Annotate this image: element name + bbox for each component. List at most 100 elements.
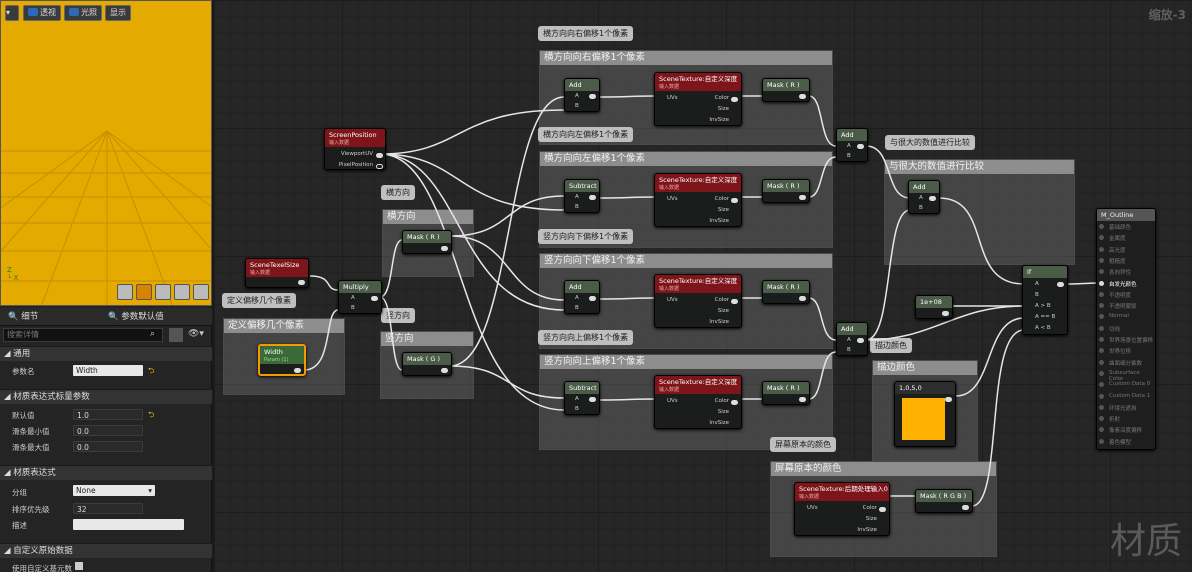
mask-out-pin[interactable] (799, 397, 806, 402)
add-node[interactable]: Add A B (564, 280, 600, 314)
group-dropdown[interactable]: None ▾ (73, 485, 155, 496)
color-out-pin[interactable] (731, 400, 738, 405)
output-pin[interactable] (1099, 257, 1104, 263)
op-out-pin[interactable] (589, 94, 596, 99)
viewportuv-pin[interactable] (376, 153, 383, 158)
multiply-out-pin[interactable] (371, 296, 378, 301)
table-view-button[interactable] (169, 328, 183, 342)
screen-position-node[interactable]: ScreenPosition 输入数据 ViewportUV PixelPosit… (324, 128, 386, 170)
section-expression[interactable]: ◢ 材质表达式 (0, 465, 212, 480)
pixelpos-pin[interactable] (376, 164, 383, 169)
constant-node[interactable]: 1e+08 (915, 295, 953, 319)
op-out-pin[interactable] (589, 397, 596, 402)
section-general[interactable]: ◢ 通用 (0, 346, 212, 361)
sort-priority-field[interactable]: 32 (73, 503, 143, 514)
add-node-vertical[interactable]: Add A B (836, 322, 868, 356)
details-search-input[interactable]: 搜索详情 (3, 328, 163, 342)
param-name-field[interactable]: Width (73, 365, 143, 376)
sphere-shape-button[interactable] (136, 284, 152, 300)
output-pin[interactable] (1099, 224, 1104, 229)
material-graph[interactable]: 缩放-3 材质 横方向向右偏移1个像素 横方向向左偏移1个像素 竖方向向下偏移1… (214, 0, 1192, 572)
color-out-pin[interactable] (731, 97, 738, 102)
output-pin[interactable] (1099, 393, 1104, 399)
output-pin[interactable] (1099, 427, 1104, 433)
texelsize-out-pin[interactable] (298, 280, 305, 285)
color-out-pin[interactable] (945, 397, 952, 402)
color-out-pin[interactable] (879, 507, 886, 512)
perspective-button[interactable]: 透视 (23, 5, 61, 21)
mask-out-pin[interactable] (962, 505, 969, 510)
subtract-node[interactable]: Subtract A B (564, 381, 600, 415)
lit-button[interactable]: 光照 (64, 5, 102, 21)
plane-shape-button[interactable] (155, 284, 171, 300)
mask-r-node[interactable]: Mask ( R ) (762, 381, 810, 405)
description-field[interactable] (73, 519, 184, 530)
output-pin[interactable] (1099, 235, 1104, 241)
width-param-node[interactable]: Width Param (1) (258, 344, 306, 376)
mask-out-pin[interactable] (441, 246, 448, 251)
color-out-pin[interactable] (731, 299, 738, 304)
output-pin[interactable] (1099, 348, 1104, 354)
cylinder-shape-button[interactable] (117, 284, 133, 300)
material-output-node[interactable]: M_Outline 基础颜色 金属度 高光度 粗糙度 各向异性 自发光颜色 不透… (1096, 208, 1156, 450)
output-pin[interactable] (1099, 280, 1104, 286)
reset-icon[interactable]: ⮌ (148, 365, 154, 379)
scene-texture-node[interactable]: SceneTexture:自定义深度 输入数据 UVs Color Size In… (654, 72, 742, 126)
mask-out-pin[interactable] (441, 368, 448, 373)
scene-texel-size-node[interactable]: SceneTexelSize 输入数据 (245, 258, 309, 288)
slider-min-field[interactable]: 0.0 (73, 425, 143, 436)
section-scalar-param[interactable]: ◢ 材质表达式标量参数 (0, 389, 212, 404)
add-out-pin[interactable] (857, 144, 864, 149)
tab-param-defaults[interactable]: 🔍 参数默认值 (108, 308, 164, 326)
section-custom-data[interactable]: ◢ 自定义原始数据 (0, 543, 212, 558)
op-out-pin[interactable] (589, 296, 596, 301)
output-pin[interactable] (1099, 404, 1104, 410)
use-custom-primitive-checkbox[interactable] (75, 562, 83, 570)
cube-shape-button[interactable] (174, 284, 190, 300)
scene-texture-node[interactable]: SceneTexture:自定义深度 输入数据 UVs Color Size In… (654, 375, 742, 429)
preview-viewport[interactable]: ▾ 透视 光照 显示 Z └ X (0, 0, 212, 306)
width-out-pin[interactable] (294, 368, 301, 373)
mask-r-node[interactable]: Mask ( R ) (762, 280, 810, 304)
teapot-shape-button[interactable] (193, 284, 209, 300)
mask-out-pin[interactable] (799, 94, 806, 99)
default-value-field[interactable]: 1.0 (73, 409, 143, 420)
edge-color-node[interactable]: 1,0,5,0 (894, 381, 956, 447)
viewport-menu-button[interactable]: ▾ (5, 5, 19, 21)
output-pin[interactable] (1099, 269, 1104, 275)
output-pin[interactable] (1099, 325, 1104, 331)
mask-r-horizontal-node[interactable]: Mask ( R ) (402, 230, 452, 254)
color-out-pin[interactable] (731, 198, 738, 203)
scene-texture-postprocess-node[interactable]: SceneTexture:后期处理输入0 输入数据 UVs Color Size … (794, 482, 890, 536)
eye-icon[interactable]: 👁▾ (188, 329, 204, 339)
mask-r-node[interactable]: Mask ( R ) (762, 78, 810, 102)
add-node-compare[interactable]: Add A B (908, 180, 940, 214)
scene-texture-node[interactable]: SceneTexture:自定义深度 输入数据 UVs Color Size In… (654, 274, 742, 328)
output-pin[interactable] (1099, 291, 1104, 297)
scene-texture-node[interactable]: SceneTexture:自定义深度 输入数据 UVs Color Size In… (654, 173, 742, 227)
add-out-pin[interactable] (857, 338, 864, 343)
multiply-node[interactable]: Multiply A B (338, 280, 382, 314)
tab-details[interactable]: 🔍 细节 (8, 308, 38, 326)
if-out-pin[interactable] (1057, 282, 1064, 287)
show-button[interactable]: 显示 (105, 5, 131, 21)
add-node[interactable]: Add A B (564, 78, 600, 112)
mask-rgb-node[interactable]: Mask ( R G B ) (915, 489, 973, 513)
add-out-pin[interactable] (929, 196, 936, 201)
add-node-horizontal[interactable]: Add A B (836, 128, 868, 162)
constant-out-pin[interactable] (942, 311, 949, 316)
output-pin[interactable] (1099, 246, 1104, 252)
output-pin[interactable] (1099, 314, 1104, 320)
output-pin[interactable] (1099, 303, 1104, 309)
output-pin[interactable] (1099, 438, 1104, 444)
reset-icon[interactable]: ⮌ (148, 409, 154, 423)
mask-out-pin[interactable] (799, 296, 806, 301)
mask-g-vertical-node[interactable]: Mask ( G ) (402, 352, 452, 376)
mask-out-pin[interactable] (799, 195, 806, 200)
output-pin[interactable] (1099, 337, 1104, 342)
if-node[interactable]: If A B A > B A == B A < B (1022, 265, 1068, 335)
output-pin[interactable] (1099, 416, 1104, 422)
output-pin[interactable] (1099, 382, 1104, 388)
output-pin[interactable] (1099, 370, 1104, 376)
output-pin[interactable] (1099, 359, 1104, 365)
